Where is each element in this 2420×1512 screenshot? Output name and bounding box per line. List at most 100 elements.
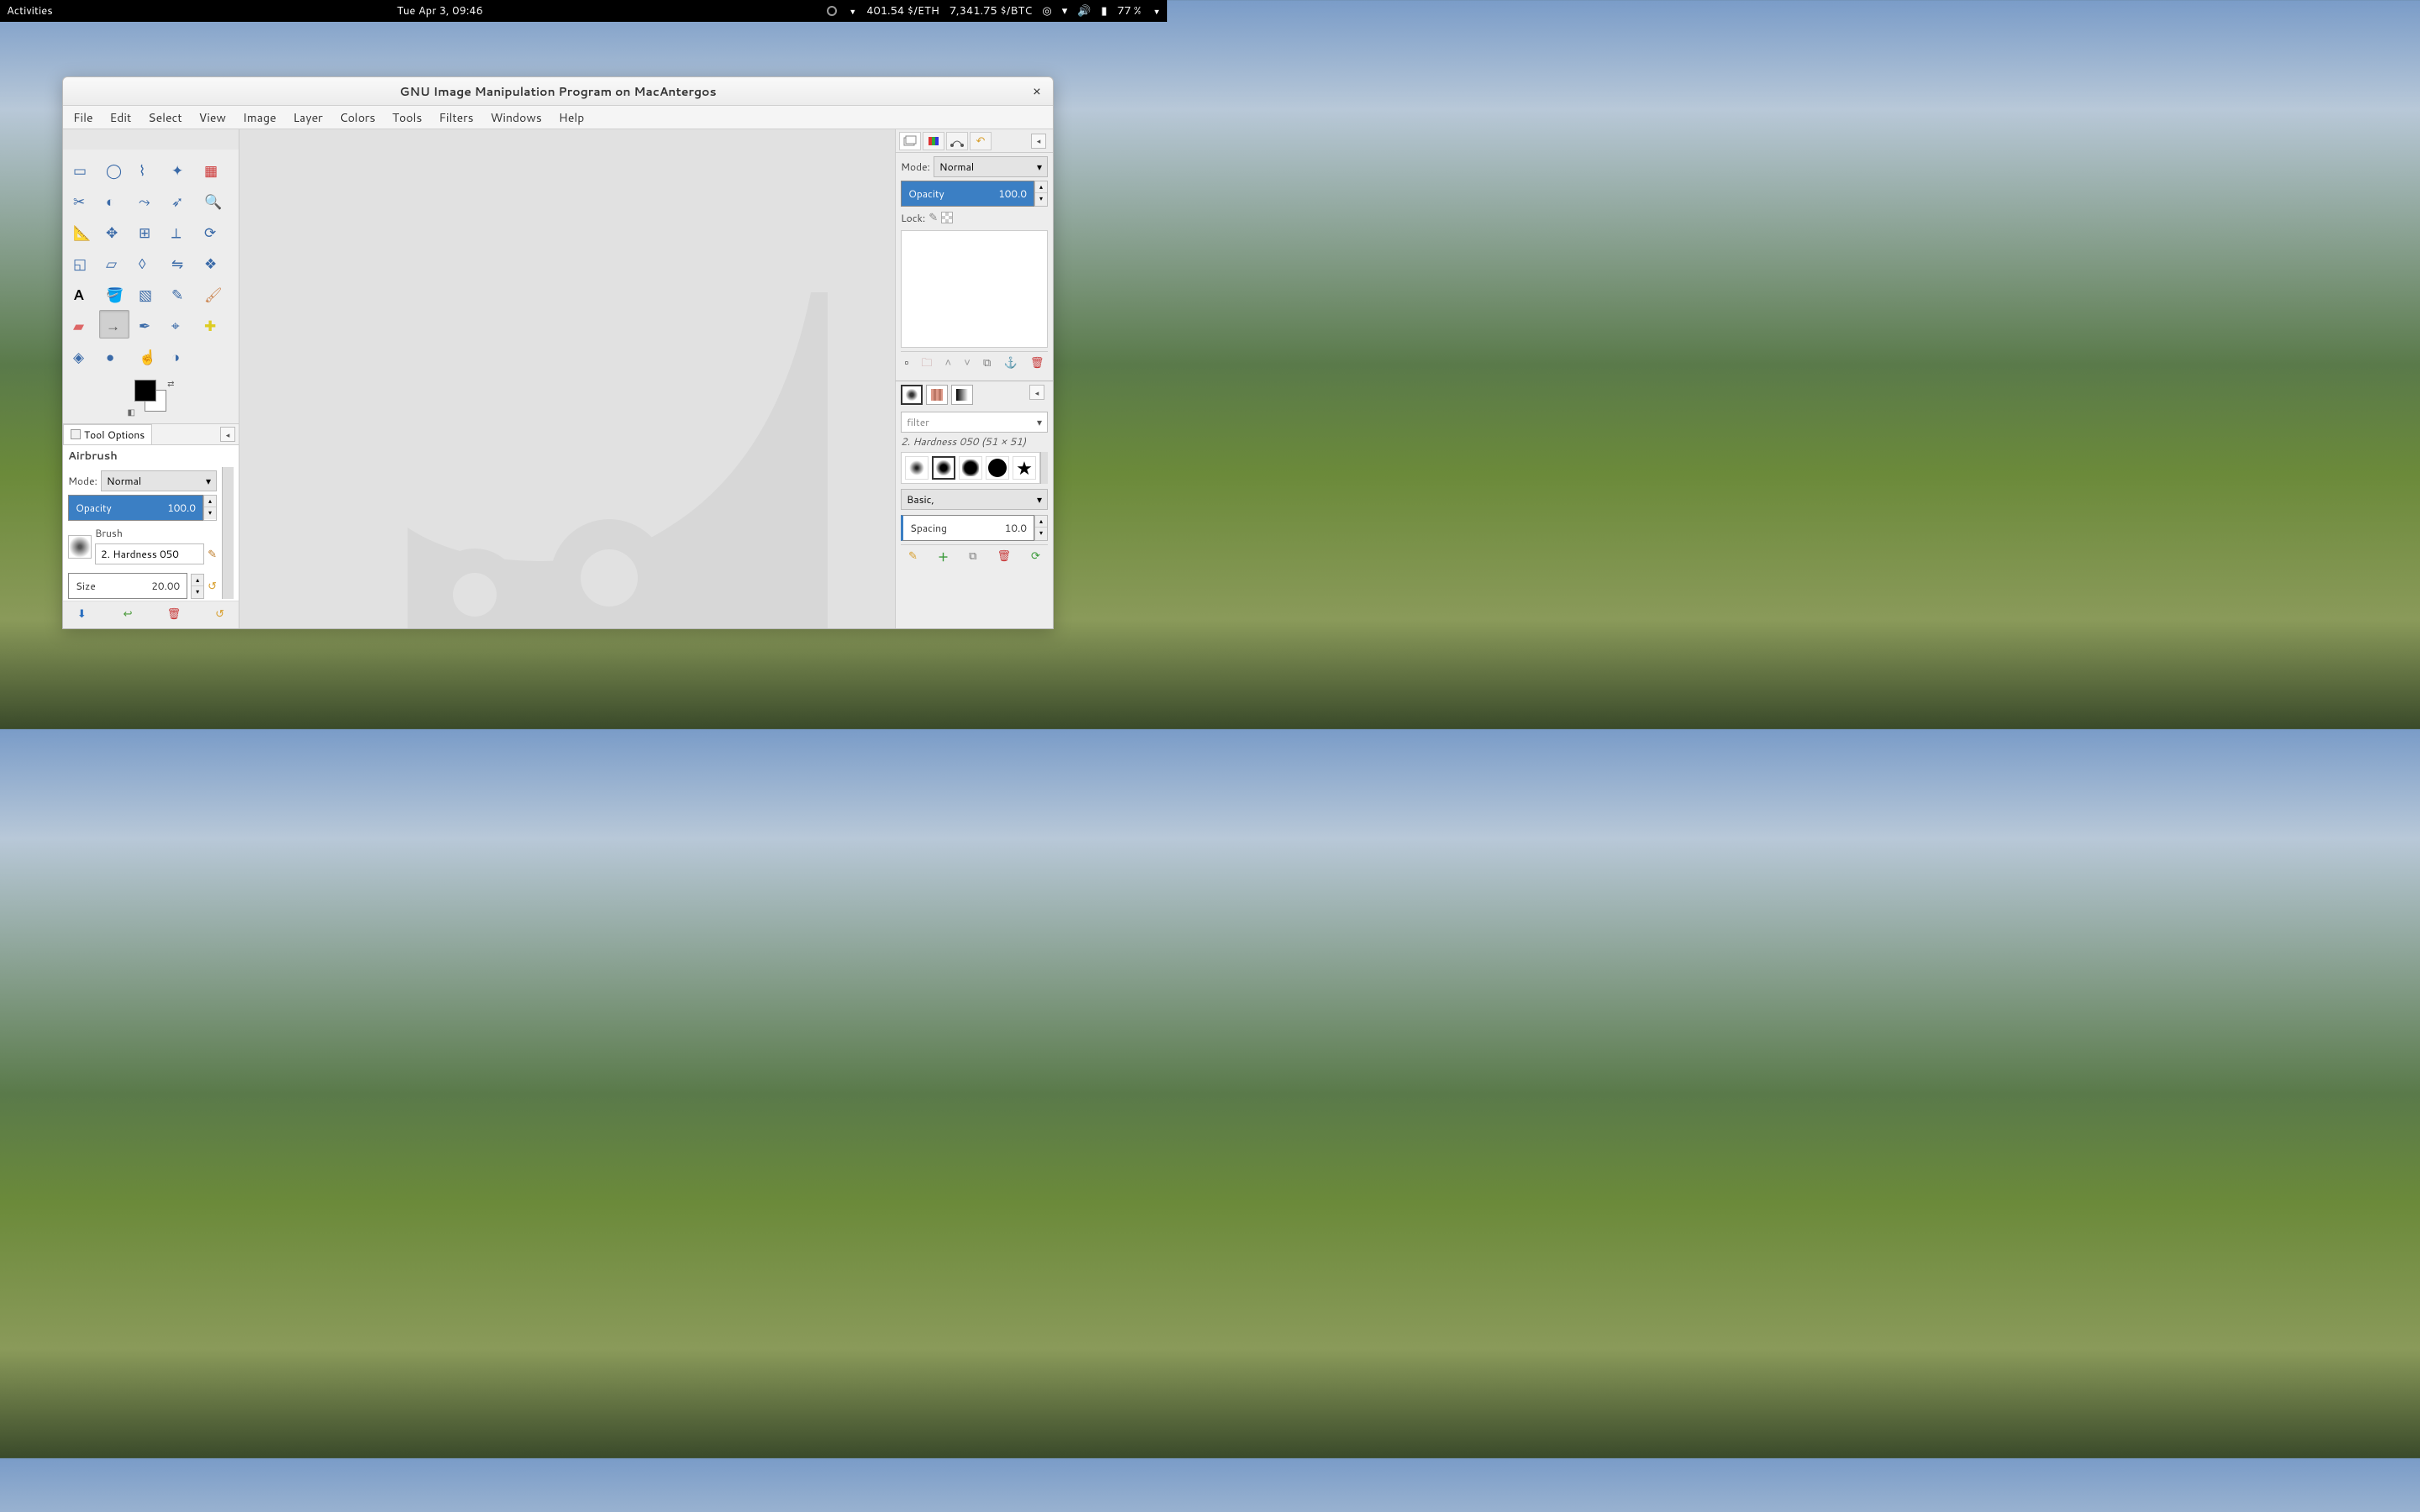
tool-by-color-select[interactable]: ▦ [197,155,228,183]
delete-brush-icon[interactable]: 🗑 [997,549,1011,565]
tool-perspective[interactable]: ◊ [132,248,162,276]
opacity-spin[interactable]: ▴▾ [203,495,217,521]
locate-icon[interactable]: ◎ [1042,3,1051,18]
menu-edit[interactable]: Edit [102,106,140,129]
raise-layer-icon[interactable]: ˄ [945,355,952,374]
restore-options-icon[interactable]: ↩ [120,606,135,622]
menu-windows[interactable]: Windows [482,106,550,129]
tool-heal[interactable]: ✚ [197,310,228,339]
brush-grid[interactable]: ★ [901,452,1040,484]
menu-layer[interactable]: Layer [285,106,331,129]
tool-perspective-clone[interactable]: ◈ [66,341,97,370]
brush-grid-scrollbar[interactable] [1040,452,1048,484]
brushes-tab[interactable] [901,385,923,405]
reset-options-icon[interactable]: ↺ [213,606,228,622]
tool-cage[interactable]: ❖ [197,248,228,276]
tool-ink[interactable]: ✒ [132,310,162,339]
titlebar[interactable]: GNU Image Manipulation Program on MacAnt… [63,77,1053,106]
tool-pencil[interactable]: ✎ [165,279,195,307]
canvas-area[interactable] [239,129,895,628]
lock-alpha-icon[interactable] [941,212,953,223]
new-group-icon[interactable]: 🗀 [921,355,932,374]
tool-scale[interactable]: ◱ [66,248,97,276]
patterns-tab[interactable] [926,385,948,405]
color-swatches[interactable]: ⇄ ◧ [128,378,175,418]
tool-shear[interactable]: ▱ [99,248,129,276]
layer-opacity-spin[interactable]: ▴▾ [1034,181,1048,207]
brush-item[interactable] [959,456,982,480]
new-layer-icon[interactable]: ▫ [905,355,909,374]
duplicate-brush-icon[interactable]: ⧉ [969,549,976,565]
brush-item[interactable] [905,456,929,480]
menu-tools[interactable]: Tools [384,106,431,129]
tool-dodge-burn[interactable]: ◑ [165,341,195,370]
edit-brush-icon[interactable]: ✎ [908,549,918,565]
tool-rotate[interactable]: ⟳ [197,217,228,245]
channels-tab[interactable] [923,132,944,150]
indicator-circle-icon[interactable] [827,6,837,16]
tool-options-tab[interactable]: Tool Options [63,424,152,445]
layers-tab[interactable] [899,132,921,150]
lower-layer-icon[interactable]: ˅ [964,355,971,374]
default-colors-icon[interactable]: ◧ [128,407,135,418]
refresh-brushes-icon[interactable]: ⟳ [1031,549,1040,565]
opacity-slider[interactable]: Opacity 100.0 [68,495,203,521]
topbar-clock[interactable]: Tue Apr 3, 09:46 [53,3,828,18]
tool-options-scrollbar[interactable] [222,467,234,599]
tool-text[interactable]: A [66,279,97,307]
volume-icon[interactable]: 🔊 [1077,3,1091,18]
menu-file[interactable]: File [65,106,102,129]
lock-pixels-icon[interactable]: ✎ [929,210,938,225]
window-close-button[interactable]: × [1029,84,1044,99]
wifi-icon[interactable]: ▾ [1062,3,1068,18]
tool-foreground-select[interactable]: ◐ [99,186,129,214]
layer-mode-dropdown[interactable]: Normal▾ [934,156,1048,177]
tool-color-picker[interactable]: ➶ [165,186,195,214]
menu-select[interactable]: Select [139,106,190,129]
brush-item[interactable] [986,456,1009,480]
tool-flip[interactable]: ⇋ [165,248,195,276]
tool-airbrush[interactable]: → [99,310,129,339]
menu-image[interactable]: Image [234,106,285,129]
layer-opacity-slider[interactable]: Opacity 100.0 [901,181,1034,207]
foreground-color-swatch[interactable] [134,380,156,402]
tool-paths[interactable]: ⤳ [132,186,162,214]
duplicate-layer-icon[interactable]: ⧉ [983,355,991,374]
layers-list[interactable] [901,230,1048,348]
spacing-slider[interactable]: Spacing 10.0 [901,515,1034,541]
brush-preview[interactable] [68,535,92,559]
tool-fuzzy-select[interactable]: ✦ [165,155,195,183]
tool-options-tab-menu-button[interactable]: ◂ [220,427,235,442]
new-brush-icon[interactable]: ＋ [938,549,949,565]
size-spin[interactable]: ▴▾ [191,574,204,599]
tool-move[interactable]: ✥ [99,217,129,245]
tool-clone[interactable]: ⌖ [165,310,195,339]
tool-zoom[interactable]: 🔍 [197,186,228,214]
brush-item[interactable] [932,456,955,480]
brush-item[interactable]: ★ [1013,456,1036,480]
tool-measure[interactable]: 📐 [66,217,97,245]
save-options-icon[interactable]: ⬇ [74,606,89,622]
tool-align[interactable]: ⊞ [132,217,162,245]
brush-category-dropdown[interactable]: Basic,▾ [901,489,1048,510]
brushes-tab-menu-button[interactable]: ◂ [1029,385,1044,400]
layers-tab-menu-button[interactable]: ◂ [1031,134,1046,149]
spacing-spin[interactable]: ▴▾ [1034,515,1048,541]
tool-rect-select[interactable]: ▭ [66,155,97,183]
menu-view[interactable]: View [191,106,234,129]
brush-name-field[interactable]: 2. Hardness 050 [95,543,204,564]
tool-bucket-fill[interactable]: 🪣 [99,279,129,307]
swap-colors-icon[interactable]: ⇄ [167,378,174,390]
tool-crop[interactable]: ⟂ [165,217,195,245]
tool-smudge[interactable]: ☝ [132,341,162,370]
delete-layer-icon[interactable]: 🗑 [1030,355,1044,374]
tool-blend[interactable]: ▧ [132,279,162,307]
menu-filters[interactable]: Filters [430,106,481,129]
activities-button[interactable]: Activities [7,3,53,18]
menu-colors[interactable]: Colors [331,106,384,129]
size-slider[interactable]: Size 20.00 [68,573,187,599]
battery-icon[interactable]: ▮ [1101,3,1107,18]
tool-paintbrush[interactable]: 🖌 [197,279,228,307]
tool-free-select[interactable]: ⌇ [132,155,162,183]
brush-edit-icon[interactable]: ✎ [208,547,217,562]
